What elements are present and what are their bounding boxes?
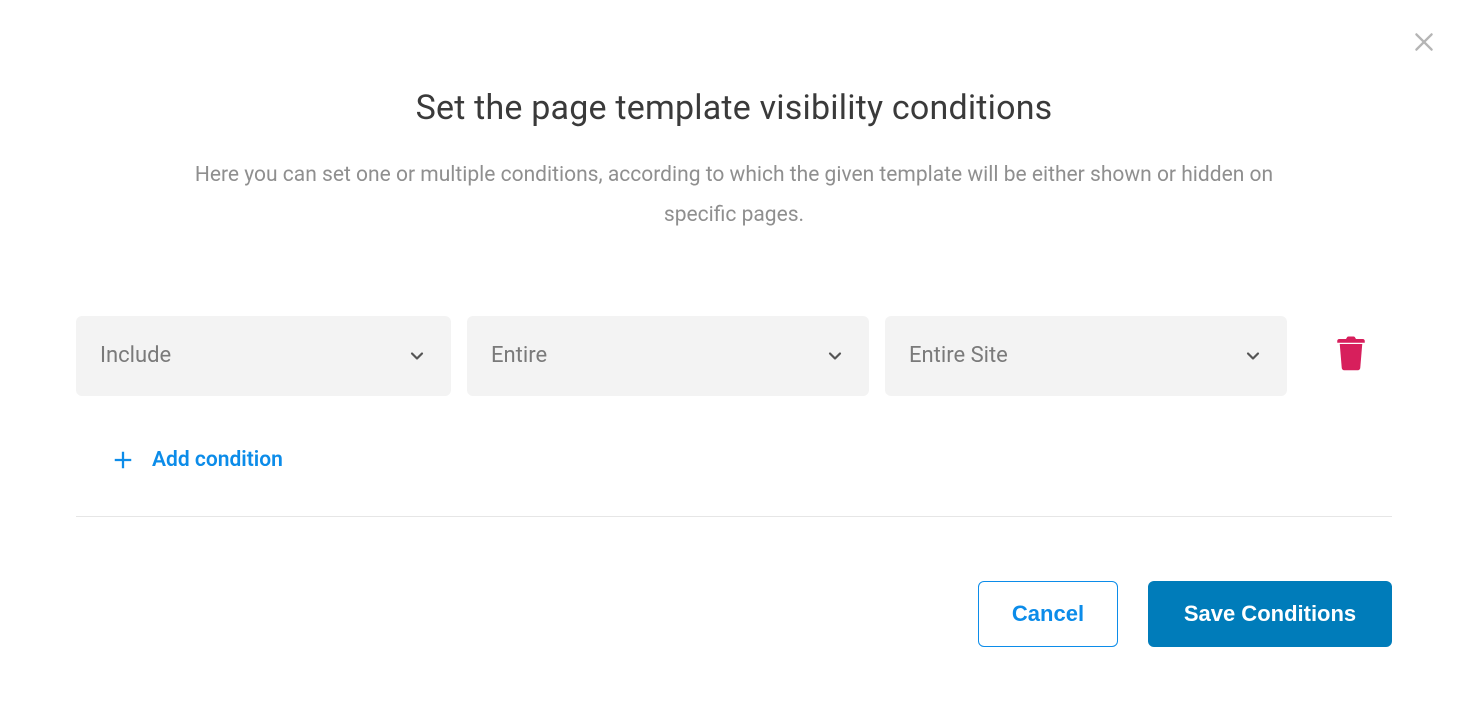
condition-mode-value: Include bbox=[100, 343, 171, 368]
conditions-list: Include Entire Entire Site bbox=[0, 316, 1468, 516]
dialog-footer: Cancel Save Conditions bbox=[0, 517, 1468, 647]
dialog-title: Set the page template visibility conditi… bbox=[0, 88, 1468, 128]
add-condition-button[interactable]: Add condition bbox=[76, 448, 283, 472]
condition-target-value: Entire Site bbox=[909, 343, 1008, 368]
condition-row: Include Entire Entire Site bbox=[76, 316, 1392, 396]
save-conditions-button[interactable]: Save Conditions bbox=[1148, 581, 1392, 647]
add-condition-label: Add condition bbox=[152, 448, 283, 472]
condition-scope-select[interactable]: Entire bbox=[467, 316, 869, 396]
save-label: Save Conditions bbox=[1184, 601, 1356, 627]
close-button[interactable] bbox=[1408, 28, 1440, 60]
chevron-down-icon bbox=[1243, 346, 1263, 366]
delete-condition-button[interactable] bbox=[1325, 330, 1377, 382]
cancel-label: Cancel bbox=[1012, 601, 1084, 627]
close-icon bbox=[1411, 29, 1437, 59]
condition-target-select[interactable]: Entire Site bbox=[885, 316, 1287, 396]
cancel-button[interactable]: Cancel bbox=[978, 581, 1118, 647]
plus-icon bbox=[112, 449, 134, 471]
dialog-subtitle: Here you can set one or multiple conditi… bbox=[194, 156, 1274, 236]
condition-scope-value: Entire bbox=[491, 343, 547, 368]
trash-icon bbox=[1336, 336, 1366, 376]
chevron-down-icon bbox=[407, 346, 427, 366]
chevron-down-icon bbox=[825, 346, 845, 366]
condition-mode-select[interactable]: Include bbox=[76, 316, 451, 396]
dialog-content: Set the page template visibility conditi… bbox=[0, 0, 1468, 647]
